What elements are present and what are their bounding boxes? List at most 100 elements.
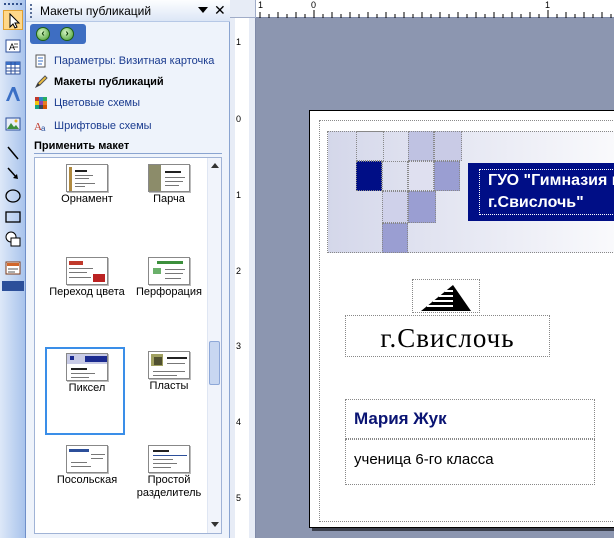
font-schemes-icon: Aa [34,121,46,133]
pixel-square [382,223,408,253]
design-thumbnail [66,445,108,473]
pixel-square [382,191,408,223]
line-icon[interactable] [3,143,23,163]
pixel-square [408,191,436,223]
scroll-down-icon[interactable] [211,522,219,527]
scroll-up-icon[interactable] [211,163,219,168]
design-thumbnail [66,353,108,381]
pixel-square [408,161,434,191]
picture-icon[interactable] [3,114,23,134]
design-item-color-transition[interactable]: Переход цвета [47,253,127,341]
rectangle-icon[interactable] [3,207,23,227]
link-publication-designs[interactable]: Макеты публикаций [34,73,164,91]
design-label: Переход цвета [49,286,125,298]
apply-design-label: Применить макет [34,140,130,152]
design-label: Посольская [56,474,118,486]
design-thumbnail [148,351,190,379]
ruler-number: 2 [236,266,242,276]
person-role: ученица 6-го класса [354,451,494,468]
ruler-number: 1 [236,190,242,200]
publication-options-icon [35,54,46,68]
design-label: Простой разделитель [136,474,202,499]
ruler-number: 1 [258,0,264,10]
ruler-number: 1 [545,0,551,10]
ruler-number: 3 [236,341,242,351]
design-thumbnail [66,164,108,192]
link-label: Шрифтовые схемы [54,120,152,132]
link-font-schemes[interactable]: Aa Шрифтовые схемы [34,117,152,135]
horizontal-ruler[interactable]: 1 0 1 [256,0,614,18]
person-name: Мария Жук [354,409,447,428]
design-label: Пласты [149,380,189,392]
logo-graphic[interactable] [412,279,480,313]
link-label: Параметры: Визитная карточка [54,55,215,67]
forward-arrow-icon[interactable]: › [60,27,74,41]
pixel-square [434,131,462,161]
business-card-page[interactable]: ГУО "Гимназия г. г.Свислочь" г.Свислочь … [309,110,614,528]
design-thumbnail [148,445,190,473]
name-frame[interactable]: Мария Жук [345,399,595,439]
arrow-icon[interactable] [3,164,23,184]
task-pane-nav: ‹ › [30,24,86,44]
link-color-schemes[interactable]: Цветовые схемы [34,94,140,112]
divider [34,153,222,154]
vertical-ruler[interactable]: 1 0 1 2 3 4 5 [230,18,256,538]
task-pane-title: Макеты публикаций [40,4,152,18]
autoshapes-icon[interactable] [3,229,23,249]
design-item-embassy[interactable]: Посольская [47,441,127,529]
ruler-number: 4 [236,417,242,427]
ruler-number: 0 [236,114,242,124]
design-item-simple-divider[interactable]: Простой разделитель [129,441,209,529]
toolbar-options-button[interactable] [2,281,24,291]
oval-icon[interactable] [3,186,23,206]
design-gallery: Орнамент Парча Переход цвета Перфорация [34,157,222,534]
color-schemes-icon [35,97,47,109]
design-item-perforation[interactable]: Перфорация [129,253,209,341]
pixel-square [434,161,460,191]
objects-toolbar: A [0,0,26,538]
pixel-square [356,161,382,191]
back-arrow-icon[interactable]: ‹ [36,27,50,41]
logo-text[interactable]: г.Свислочь [345,315,550,357]
design-label: Парча [153,193,185,205]
link-label: Цветовые схемы [54,97,141,109]
svg-text:a: a [41,124,46,133]
ruler-number: 1 [236,37,242,47]
table-icon[interactable] [3,58,23,78]
design-item-layers[interactable]: Пласты [129,347,209,435]
publication-designs-icon [34,75,48,89]
toolbar-grip[interactable] [4,3,22,7]
design-label: Перфорация [136,286,202,298]
ruler-ticks [259,10,612,18]
text-box-icon[interactable]: A [3,36,23,56]
select-arrow-icon[interactable] [3,10,23,30]
ruler-number: 5 [236,493,242,503]
link-publication-options[interactable]: Параметры: Визитная карточка [34,52,214,70]
ruler-corner[interactable] [230,0,256,18]
ruler-strip [235,18,249,538]
logo-pyramid-icon [421,285,471,311]
design-gallery-icon[interactable] [3,258,23,278]
design-item-ornament[interactable]: Орнамент [47,160,127,248]
pane-grip[interactable] [30,4,33,18]
design-thumbnail [66,257,108,285]
task-pane: Макеты публикаций ✕ ‹ › Параметры: Визит… [26,0,230,538]
design-label: Орнамент [61,193,113,205]
link-label: Макеты публикаций [54,76,164,88]
ruler-number: 0 [311,0,317,10]
design-item-pixel[interactable]: Пиксел [45,347,125,435]
pixel-square [356,131,384,161]
design-label: Пиксел [68,382,106,394]
wordart-icon[interactable] [3,84,23,104]
chevron-down-icon[interactable] [198,7,208,13]
gallery-scrollbar[interactable] [207,158,221,533]
scroll-thumb[interactable] [209,341,220,385]
pixel-square [408,131,434,161]
close-icon[interactable]: ✕ [214,2,226,18]
design-item-parcha[interactable]: Парча [129,160,209,248]
design-thumbnail [148,164,190,192]
role-frame[interactable]: ученица 6-го класса [345,439,595,485]
task-pane-header: Макеты публикаций ✕ [26,0,230,22]
design-thumbnail [148,257,190,285]
organization-title[interactable]: ГУО "Гимназия г. г.Свислочь" [479,169,614,215]
